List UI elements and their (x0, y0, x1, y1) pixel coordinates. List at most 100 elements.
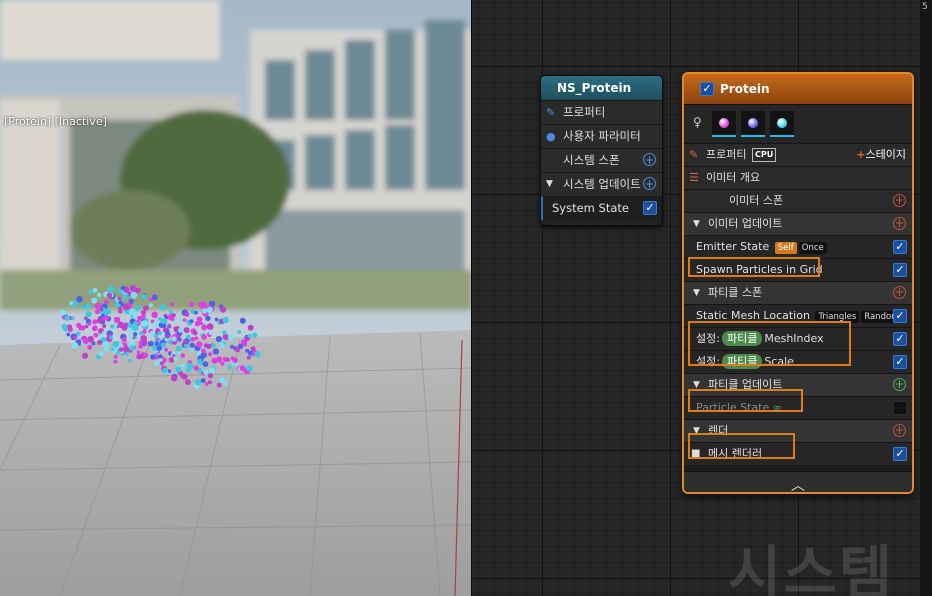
spawn-grid-checkbox[interactable]: ✓ (893, 263, 907, 277)
particle (121, 337, 127, 343)
chevron-down-icon[interactable]: ▼ (693, 374, 700, 396)
particle (252, 332, 258, 338)
particle (204, 382, 209, 386)
particle (168, 357, 175, 363)
set-scale-checkbox[interactable]: ✓ (893, 355, 907, 369)
particle (124, 352, 129, 356)
mesh-renderer-checkbox[interactable]: ✓ (893, 447, 907, 461)
render-section[interactable]: ▼ 렌더 + (684, 419, 912, 442)
particle (60, 309, 67, 316)
particle-state-checkbox[interactable] (893, 401, 907, 415)
emitter-properties-row[interactable]: ✎ 프로퍼티 CPU +스테이지 (684, 143, 912, 166)
emitter-state-checkbox[interactable]: ✓ (893, 240, 907, 254)
set-scale-row[interactable]: 설정: 파티클 Scale ✓ (684, 350, 912, 373)
set-meshindex-checkbox[interactable]: ✓ (893, 332, 907, 346)
particle (80, 305, 85, 310)
particle (143, 305, 149, 311)
particle (183, 339, 188, 345)
right-panel-edge: 5 (920, 0, 932, 596)
emitter-header[interactable]: ✓ Protein (684, 74, 912, 104)
static-mesh-checkbox[interactable]: ✓ (893, 309, 907, 323)
once-tag: Once (798, 242, 827, 254)
particle (182, 318, 187, 322)
particle (232, 357, 238, 363)
add-system-spawn-icon[interactable]: + (643, 153, 656, 166)
emitter-node[interactable]: ✓ Protein ♀ ✎ 프로퍼티 CPU +스테이지 ☰ 이미터 개요 이미… (682, 72, 914, 494)
particle (96, 317, 103, 324)
add-particle-spawn-icon[interactable]: + (893, 286, 906, 299)
particle (189, 301, 195, 308)
system-state-checkbox[interactable]: ✓ (643, 201, 657, 215)
particle (190, 347, 195, 352)
emitter-enable-checkbox[interactable]: ✓ (700, 82, 714, 96)
system-node-title[interactable]: NS_Protein (541, 76, 662, 100)
mesh-thumbnail-3[interactable] (770, 111, 794, 137)
particle (219, 342, 225, 349)
renderer-thumbnails: ♀ (684, 104, 912, 143)
system-properties-label: 프로퍼티 (563, 105, 606, 119)
emitter-state-row[interactable]: Emitter State Self Once ✓ (684, 235, 912, 258)
particle (120, 285, 126, 291)
particle (102, 324, 107, 328)
chevron-down-icon[interactable]: ▼ (693, 213, 700, 235)
particle (98, 350, 104, 357)
emitter-update-section[interactable]: ▼ 이미터 업데이트 + (684, 212, 912, 235)
add-system-update-icon[interactable]: + (643, 177, 656, 190)
particle (118, 347, 124, 352)
system-properties-row[interactable]: ✎ 프로퍼티 (541, 100, 662, 124)
particle (139, 331, 144, 336)
system-spawn-row[interactable]: 시스템 스폰 + (541, 148, 662, 172)
static-mesh-location-row[interactable]: Static Mesh Location Triangles Random ✓ (684, 304, 912, 327)
particle (208, 331, 213, 336)
add-particle-update-icon[interactable]: + (893, 378, 906, 391)
system-state-row[interactable]: System State ✓ (541, 196, 662, 220)
particle (141, 320, 148, 327)
static-mesh-text: Static Mesh Location (696, 309, 810, 322)
particle-update-section[interactable]: ▼ 파티클 업데이트 + (684, 373, 912, 396)
set-prefix-2: 설정: (696, 355, 720, 368)
particle (91, 325, 98, 332)
particle (120, 302, 124, 307)
particle (79, 325, 86, 331)
emitter-spawn-row[interactable]: 이미터 스폰 + (684, 189, 912, 212)
plus-icon: + (856, 148, 866, 161)
particle-state-text: Particle State (696, 401, 770, 414)
chevron-down-icon[interactable]: ▼ (693, 420, 700, 442)
particle (194, 310, 198, 315)
particle (208, 352, 213, 357)
chevron-down-icon[interactable]: ▼ (693, 282, 700, 304)
add-emitter-spawn-icon[interactable]: + (893, 194, 906, 207)
add-stage-button[interactable]: +스테이지 (856, 144, 906, 166)
viewport[interactable]: [Protein] [Inactive] (0, 0, 472, 596)
spawn-grid-row[interactable]: Spawn Particles in Grid ✓ (684, 258, 912, 281)
system-user-params-row[interactable]: ● 사용자 파라미터 (541, 124, 662, 148)
set-meshindex-row[interactable]: 설정: 파티클 MeshIndex ✓ (684, 327, 912, 350)
particle (189, 319, 194, 324)
particle (222, 334, 229, 340)
chevron-down-icon[interactable]: ▼ (546, 173, 553, 196)
particle (137, 315, 143, 321)
particle (177, 337, 182, 342)
particle (73, 336, 77, 340)
cube-icon: ■ (691, 448, 701, 459)
mesh-thumbnail-2[interactable] (741, 111, 765, 137)
particle-spawn-section[interactable]: ▼ 파티클 스폰 + (684, 281, 912, 304)
add-emitter-update-icon[interactable]: + (893, 217, 906, 230)
particle (200, 378, 206, 384)
collapse-node-button[interactable]: ︿ (684, 471, 912, 492)
system-update-row[interactable]: ▼ 시스템 업데이트 + (541, 172, 662, 196)
particle (223, 381, 228, 386)
mesh-renderer-row[interactable]: ■ 메시 렌더러 ✓ (684, 442, 912, 465)
right-strip-text: 5 (922, 2, 928, 12)
system-node[interactable]: NS_Protein ✎ 프로퍼티 ● 사용자 파라미터 시스템 스폰 + ▼ … (540, 75, 663, 226)
emitter-summary-row[interactable]: ☰ 이미터 개요 (684, 166, 912, 189)
particle (177, 351, 181, 356)
add-renderer-icon[interactable]: + (893, 424, 906, 437)
triangles-tag: Triangles (815, 311, 860, 323)
particle (192, 330, 198, 336)
particle (117, 296, 122, 301)
mesh-thumbnail-1[interactable] (712, 111, 736, 137)
particle (206, 306, 213, 313)
particle-state-row[interactable]: Particle State ∞ (684, 396, 912, 419)
particle (108, 286, 115, 293)
